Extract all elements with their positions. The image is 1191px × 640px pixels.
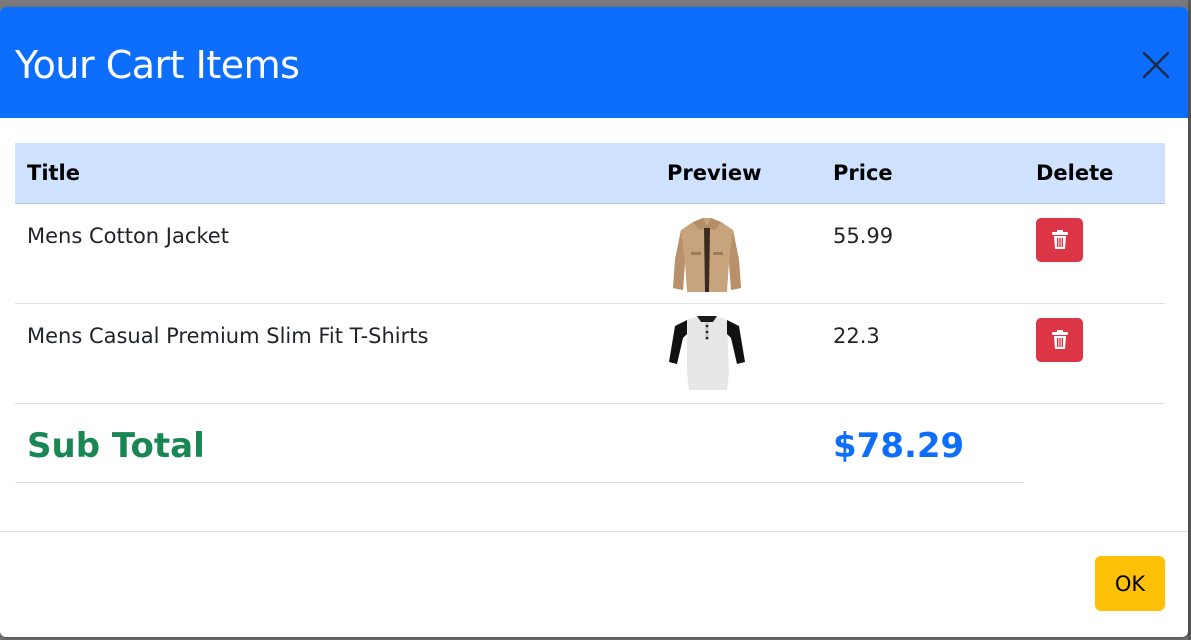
table-row: Mens Casual Premium Slim Fit T-Shirts 22… <box>15 303 1165 404</box>
table-row: Mens Cotton Jacket 55.99 <box>15 203 1165 304</box>
item-title: Mens Cotton Jacket <box>15 203 655 304</box>
subtotal-label: Sub Total <box>27 425 205 466</box>
trash-icon <box>1051 329 1068 349</box>
tshirt-image <box>669 315 745 390</box>
subtotal-value: $78.29 <box>833 425 965 466</box>
item-delete-cell <box>1024 203 1165 304</box>
ok-button[interactable]: OK <box>1095 556 1165 611</box>
header-preview: Preview <box>655 143 821 204</box>
item-preview <box>655 303 821 404</box>
subtotal-row: Sub Total $78.29 <box>15 403 1165 483</box>
subtotal-value-cell: $78.29 <box>821 403 1024 483</box>
cart-table: Title Preview Price Delete Mens Cotton J… <box>15 143 1165 483</box>
item-title: Mens Casual Premium Slim Fit T-Shirts <box>15 303 655 404</box>
subtotal-blank <box>1024 403 1165 482</box>
item-preview <box>655 203 821 304</box>
jacket-image <box>673 217 741 292</box>
close-button[interactable] <box>1136 45 1176 85</box>
delete-button[interactable] <box>1036 217 1083 262</box>
footer-divider <box>0 531 1188 532</box>
subtotal-label-cell: Sub Total <box>15 403 655 483</box>
delete-button[interactable] <box>1036 317 1083 362</box>
item-price: 55.99 <box>821 203 1024 304</box>
modal-title: Your Cart Items <box>15 43 300 87</box>
modal-header: Your Cart Items <box>0 7 1188 118</box>
cart-modal: Your Cart Items Title Preview Price Dele <box>0 7 1188 637</box>
header-price: Price <box>821 143 1024 204</box>
header-title: Title <box>15 143 655 204</box>
subtotal-spacer <box>655 403 821 483</box>
close-icon <box>1142 51 1170 79</box>
trash-icon <box>1051 229 1068 249</box>
item-delete-cell <box>1024 303 1165 404</box>
item-price: 22.3 <box>821 303 1024 404</box>
header-delete: Delete <box>1024 143 1165 204</box>
modal-body: Title Preview Price Delete Mens Cotton J… <box>15 143 1165 483</box>
table-header-row: Title Preview Price Delete <box>15 143 1165 204</box>
